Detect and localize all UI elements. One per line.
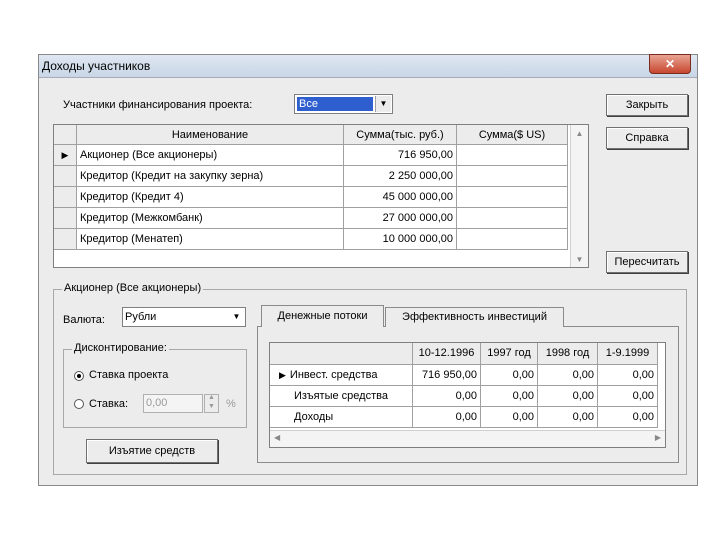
cashflow-value[interactable]: 0,00 [481,407,538,428]
sum-rub[interactable]: 10 000 000,00 [344,229,457,250]
horizontal-scrollbar[interactable]: ◀ ▶ [270,430,665,447]
row-label: Изъятые средства [270,386,413,407]
current-row-icon: ▶ [279,370,286,380]
rate-value: 0,00 [146,397,168,409]
participant-name[interactable]: Акционер (Все акционеры) [77,145,344,166]
custom-rate-label[interactable]: Ставка: [89,398,128,410]
current-row-icon: ▶ [54,145,77,166]
discount-group: Дисконтирование: [63,342,247,428]
chevron-down-icon[interactable]: ▼ [229,309,244,325]
tab-efficiency[interactable]: Эффективность инвестиций [385,307,564,327]
row-indicator [54,187,77,208]
cashflow-value[interactable]: 0,00 [598,386,658,407]
cashflow-value[interactable]: 0,00 [413,386,481,407]
scroll-left-icon[interactable]: ◀ [274,433,280,442]
title-bar: Доходы участников ✕ [39,54,697,78]
participant-name[interactable]: Кредитор (Кредит на закупку зерна) [77,166,344,187]
column-header[interactable]: 1-9.1999 [598,343,658,365]
scroll-right-icon[interactable]: ▶ [655,433,661,442]
currency-selected: Рубли [125,311,157,323]
project-rate-radio[interactable] [74,371,84,381]
withdraw-funds-button[interactable]: Изъятие средств [86,439,218,463]
sum-rub[interactable]: 716 950,00 [344,145,457,166]
cashflow-value[interactable]: 0,00 [538,407,598,428]
close-window-button[interactable]: ✕ [649,54,691,74]
column-header[interactable]: 1997 год [481,343,538,365]
stepper-down-icon[interactable]: ▼ [208,403,215,410]
dialog-window: Доходы участников ✕ Участники финансиров… [38,54,698,486]
currency-select[interactable]: Рубли ▼ [122,307,246,327]
participant-name[interactable]: Кредитор (Межкомбанк) [77,208,344,229]
project-rate-label[interactable]: Ставка проекта [89,369,168,381]
stepper-up-icon[interactable]: ▲ [208,394,215,401]
cashflow-table[interactable]: 10-12.1996 1997 год 1998 год 1-9.1999 ▶ И… [269,342,666,448]
cashflow-value[interactable]: 0,00 [598,365,658,386]
cashflow-value[interactable]: 0,00 [538,386,598,407]
cashflow-value[interactable]: 0,00 [538,365,598,386]
sum-rub[interactable]: 45 000 000,00 [344,187,457,208]
header-corner [270,343,413,365]
column-header[interactable]: Наименование [77,125,344,145]
cashflow-value[interactable]: 716 950,00 [413,365,481,386]
row-indicator [54,229,77,250]
participants-select[interactable]: Все ▼ [294,94,393,114]
help-button[interactable]: Справка [606,127,688,149]
sum-usd[interactable] [457,166,568,187]
sum-usd[interactable] [457,208,568,229]
rate-input[interactable]: 0,00 [143,394,203,413]
participant-name[interactable]: Кредитор (Кредит 4) [77,187,344,208]
currency-label: Валюта: [63,314,105,326]
close-icon: ✕ [664,57,676,71]
scroll-up-icon[interactable]: ▲ [571,129,588,138]
close-button[interactable]: Закрыть [606,94,688,116]
percent-label: % [226,398,236,410]
sum-rub[interactable]: 27 000 000,00 [344,208,457,229]
row-label: Доходы [270,407,413,428]
vertical-scrollbar[interactable]: ▲ ▼ [570,125,588,267]
chevron-down-icon[interactable]: ▼ [375,96,391,112]
sum-usd[interactable] [457,187,568,208]
shareholder-group-label: Акционер (Все акционеры) [62,282,204,294]
cashflow-value[interactable]: 0,00 [481,386,538,407]
window-title: Доходы участников [42,59,151,73]
column-header[interactable]: Сумма(тыс. руб.) [344,125,457,145]
row-label: ▶ Инвест. средства [270,365,413,386]
cashflow-value[interactable]: 0,00 [481,365,538,386]
sum-rub[interactable]: 2 250 000,00 [344,166,457,187]
participants-table[interactable]: Наименование Сумма(тыс. руб.) Сумма($ US… [53,124,589,268]
cashflow-value[interactable]: 0,00 [598,407,658,428]
participant-name[interactable]: Кредитор (Менатеп) [77,229,344,250]
row-label-text: Инвест. средства [289,369,378,381]
cashflow-value[interactable]: 0,00 [413,407,481,428]
discount-group-label: Дисконтирование: [72,342,169,354]
scroll-down-icon[interactable]: ▼ [571,255,588,264]
sum-usd[interactable] [457,145,568,166]
recalculate-button[interactable]: Пересчитать [606,251,688,273]
tab-cashflow[interactable]: Денежные потоки [261,305,384,327]
sum-usd[interactable] [457,229,568,250]
header-corner [54,125,77,145]
participants-selected: Все [297,97,373,111]
row-indicator [54,166,77,187]
column-header[interactable]: 1998 год [538,343,598,365]
custom-rate-radio[interactable] [74,399,84,409]
column-header[interactable]: Сумма($ US) [457,125,568,145]
rate-stepper[interactable]: ▲ ▼ [204,394,219,413]
column-header[interactable]: 10-12.1996 [413,343,481,365]
participants-label: Участники финансирования проекта: [63,99,253,111]
row-indicator [54,208,77,229]
